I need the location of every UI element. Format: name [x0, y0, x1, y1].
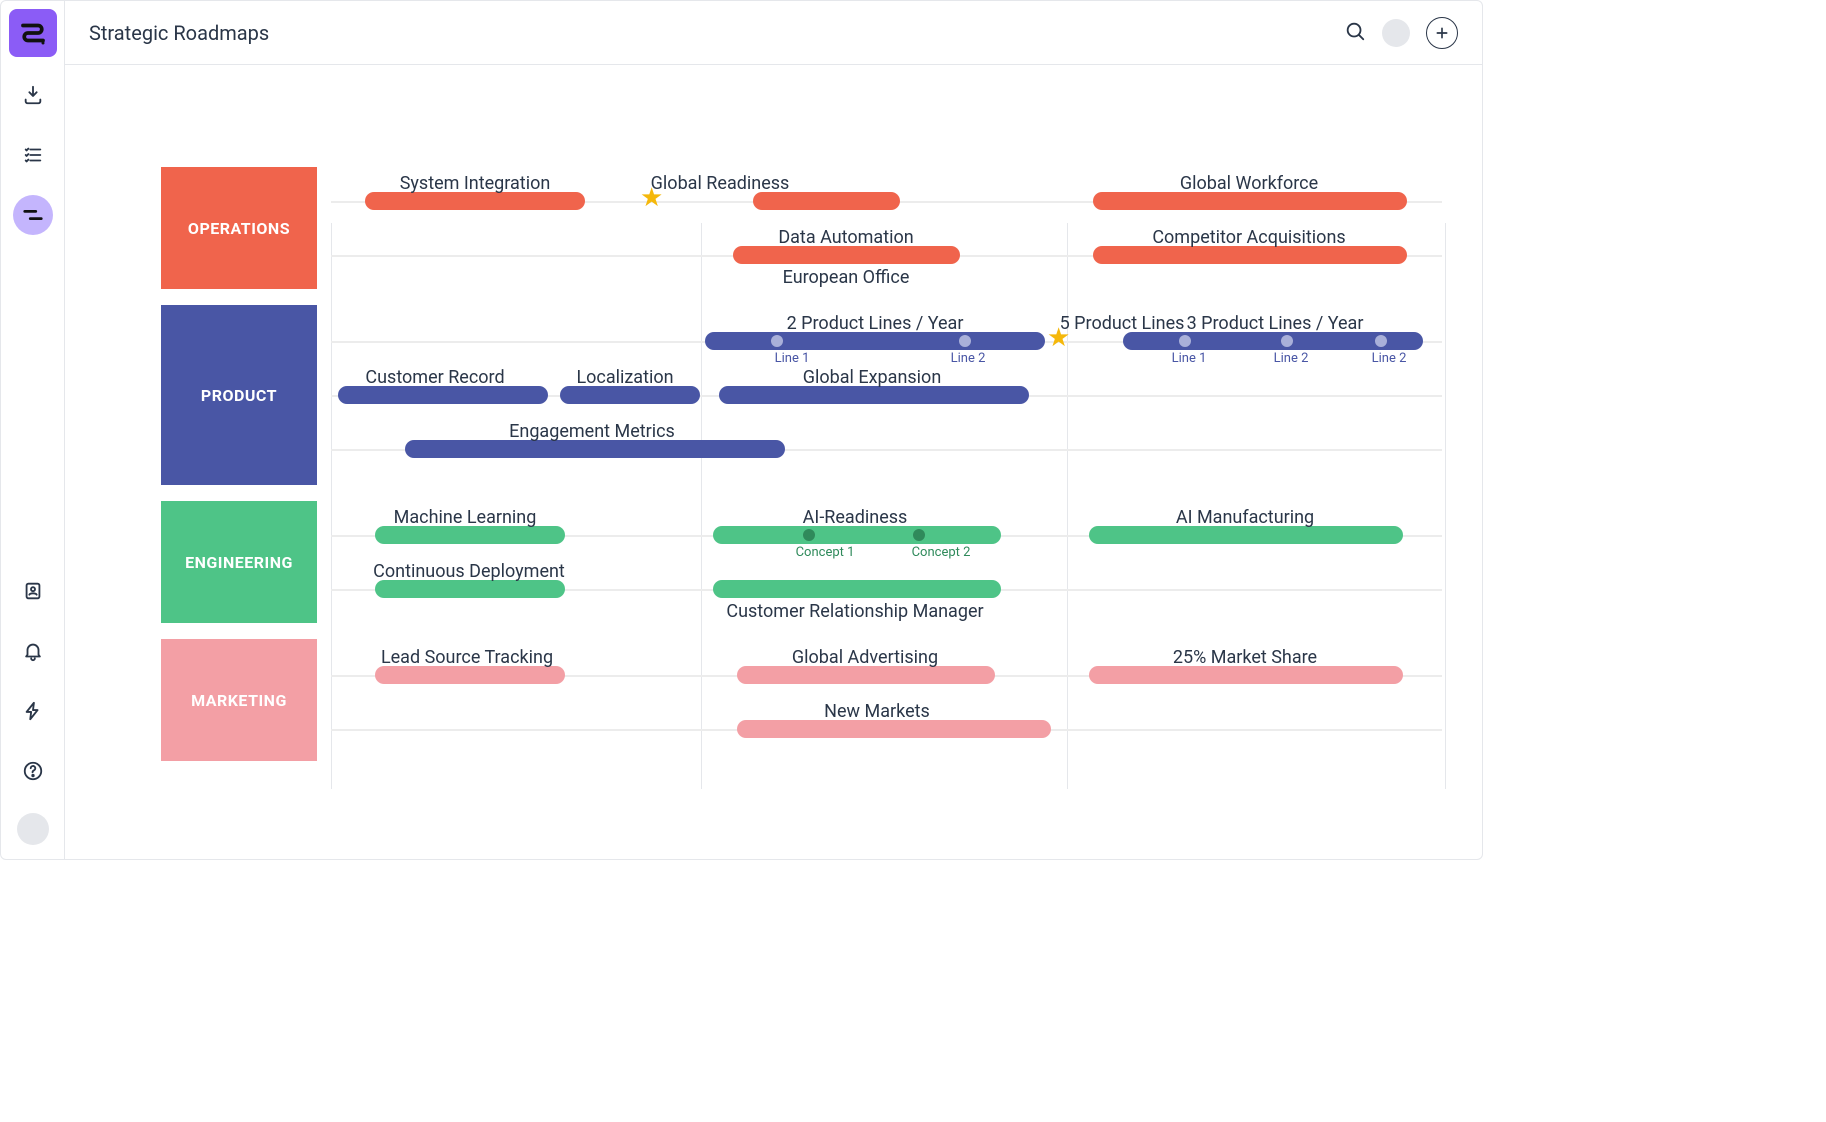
- label-new-markets: New Markets: [824, 701, 930, 722]
- bar-global-workforce[interactable]: [1093, 192, 1407, 210]
- import-nav-icon[interactable]: [13, 75, 53, 115]
- roadmap-nav-icon[interactable]: [13, 195, 53, 235]
- notifications-nav-icon[interactable]: [13, 631, 53, 671]
- column-separator: [1067, 223, 1068, 789]
- download-icon: [22, 84, 44, 106]
- label-concept2: Concept 2: [912, 545, 971, 560]
- column-separator: [1445, 223, 1446, 789]
- search-button[interactable]: [1344, 20, 1366, 46]
- label-p-line1b: Line 1: [1172, 351, 1207, 366]
- app-logo[interactable]: [9, 9, 57, 57]
- label-data-automation: Data Automation: [778, 227, 913, 248]
- marker-concept1[interactable]: [803, 529, 815, 541]
- roadmap-canvas[interactable]: OPERATIONS PRODUCT ENGINEERING MARKETING Sys…: [65, 65, 1482, 859]
- label-global-adv: Global Advertising: [792, 647, 938, 668]
- user-avatar-bottom[interactable]: [17, 813, 49, 845]
- swimlane-marketing[interactable]: MARKETING: [161, 639, 317, 761]
- label-ml: Machine Learning: [394, 507, 537, 528]
- list-check-icon: [22, 144, 44, 166]
- marker-p-line2a[interactable]: [959, 335, 971, 347]
- topbar: Strategic Roadmaps: [65, 1, 1482, 65]
- bar-ai-manufacturing[interactable]: [1089, 526, 1403, 544]
- label-global-expansion: Global Expansion: [803, 367, 942, 388]
- label-sys-integration: System Integration: [400, 173, 551, 194]
- bar-global-adv[interactable]: [737, 666, 995, 684]
- column-separator: [701, 223, 702, 789]
- label-engagement-metrics: Engagement Metrics: [509, 421, 675, 442]
- app-sidebar: [1, 1, 65, 859]
- bar-sys-integration[interactable]: [365, 192, 585, 210]
- bar-localization[interactable]: [560, 386, 700, 404]
- add-button[interactable]: [1426, 17, 1458, 49]
- bar-global-expansion[interactable]: [719, 386, 1029, 404]
- swimlane-engineering[interactable]: ENGINEERING: [161, 501, 317, 623]
- column-separator: [331, 223, 332, 789]
- page-title: Strategic Roadmaps: [89, 21, 269, 45]
- roadmap-logo-icon: [18, 18, 48, 48]
- bar-ai-readiness[interactable]: [713, 526, 1001, 544]
- contact-icon: [22, 580, 44, 602]
- bar-customer-record[interactable]: [338, 386, 548, 404]
- label-25-share: 25% Market Share: [1173, 647, 1317, 668]
- label-customer-record: Customer Record: [365, 367, 504, 388]
- bar-global-readiness[interactable]: [753, 192, 900, 210]
- label-3-product-lines: 3 Product Lines / Year: [1187, 313, 1364, 334]
- bar-crm[interactable]: [713, 580, 1001, 598]
- label-competitor-acq: Competitor Acquisitions: [1152, 227, 1345, 248]
- bar-ml[interactable]: [375, 526, 565, 544]
- marker-p-line1b[interactable]: [1179, 335, 1191, 347]
- contacts-nav-icon[interactable]: [13, 571, 53, 611]
- bar-cd[interactable]: [375, 580, 565, 598]
- bolt-icon: [22, 700, 44, 722]
- marker-p-line2b[interactable]: [1281, 335, 1293, 347]
- bar-data-automation[interactable]: [733, 246, 960, 264]
- marker-p-line1a[interactable]: [771, 335, 783, 347]
- bar-competitor-acq[interactable]: [1093, 246, 1407, 264]
- user-avatar[interactable]: [1382, 19, 1410, 47]
- help-nav-icon[interactable]: [13, 751, 53, 791]
- label-p-line2a: Line 2: [951, 351, 986, 366]
- label-ai-manufacturing: AI Manufacturing: [1176, 507, 1314, 528]
- label-5-product-lines: 5 Product Lines: [1060, 313, 1185, 334]
- label-cd: Continuous Deployment: [373, 561, 565, 582]
- search-icon: [1344, 20, 1366, 42]
- label-concept1: Concept 1: [796, 545, 855, 560]
- help-icon: [22, 760, 44, 782]
- bar-lead-source[interactable]: [375, 666, 565, 684]
- label-european-office: European Office: [783, 267, 910, 288]
- label-global-readiness: Global Readiness: [651, 173, 790, 194]
- list-nav-icon[interactable]: [13, 135, 53, 175]
- label-p-line2c: Line 2: [1372, 351, 1407, 366]
- power-nav-icon[interactable]: [13, 691, 53, 731]
- label-2-product-lines: 2 Product Lines / Year: [787, 313, 964, 334]
- bar-25-share[interactable]: [1089, 666, 1403, 684]
- bar-engagement-metrics[interactable]: [405, 440, 785, 458]
- swimlane-product[interactable]: PRODUCT: [161, 305, 317, 485]
- marker-p-line2c[interactable]: [1375, 335, 1387, 347]
- plus-icon: [1434, 25, 1450, 41]
- label-global-workforce: Global Workforce: [1180, 173, 1318, 194]
- timeline-icon: [22, 204, 44, 226]
- swimlane-operations[interactable]: OPERATIONS: [161, 167, 317, 289]
- label-p-line2b: Line 2: [1274, 351, 1309, 366]
- label-p-line1a: Line 1: [775, 351, 810, 366]
- label-crm: Customer Relationship Manager: [726, 601, 983, 622]
- label-localization: Localization: [576, 367, 673, 388]
- bar-new-markets[interactable]: [737, 720, 1051, 738]
- milestone-star-global-readiness[interactable]: ★: [640, 183, 663, 213]
- marker-concept2[interactable]: [913, 529, 925, 541]
- label-ai-readiness: AI-Readiness: [803, 507, 908, 528]
- bell-icon: [22, 640, 44, 662]
- label-lead-source: Lead Source Tracking: [381, 647, 553, 668]
- bar-2-product-lines[interactable]: [705, 332, 1045, 350]
